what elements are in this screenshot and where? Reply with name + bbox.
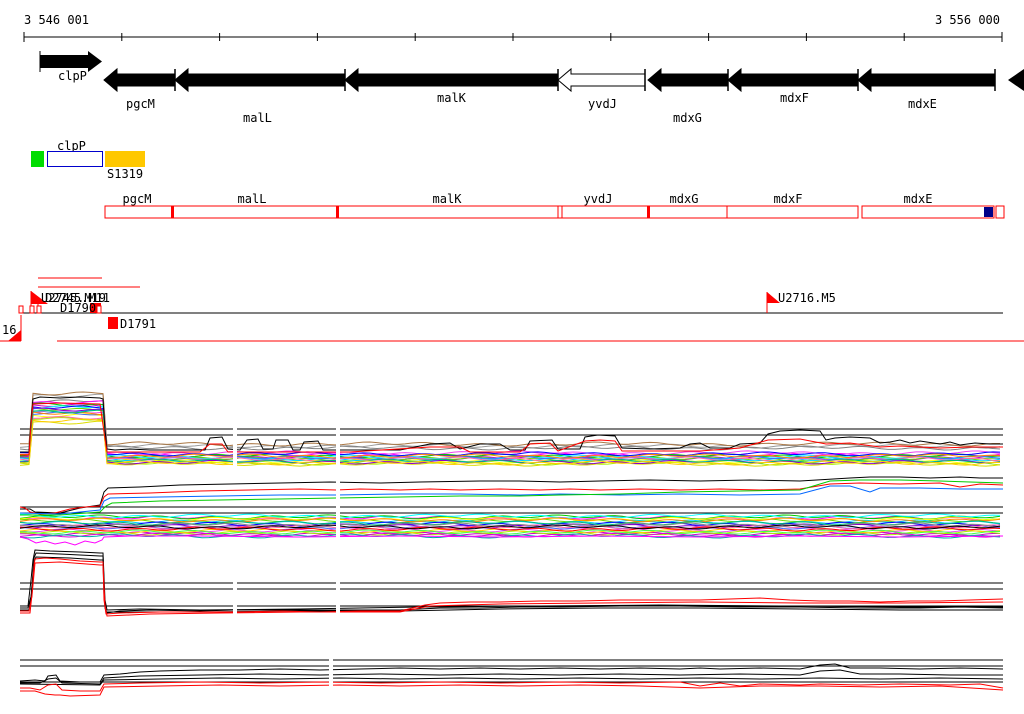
flag-tick-box — [96, 305, 102, 314]
redmap-label: yvdJ — [584, 192, 613, 206]
gene-arrow-mdxF[interactable] — [727, 67, 859, 93]
gene-arrow-malL[interactable] — [174, 67, 346, 93]
gene-arrow-partial[interactable] — [1008, 69, 1024, 91]
panel-gap — [336, 478, 340, 546]
gene-label: malL — [243, 111, 272, 125]
gene-label: malK — [437, 91, 467, 105]
gene-label: yvdJ — [588, 97, 617, 111]
flag-tick-box — [29, 305, 35, 314]
flag-box[interactable] — [108, 317, 118, 329]
redmap-label: malL — [238, 192, 267, 206]
flag-box-label: D1790 — [60, 301, 96, 315]
band-series — [19, 393, 1001, 449]
gene-label: mdxE — [908, 97, 937, 111]
redmap-divider — [336, 206, 339, 218]
redmap-label: malK — [433, 192, 463, 206]
redmap-divider — [171, 206, 174, 218]
band-series — [19, 405, 1001, 457]
panel-gap — [233, 548, 237, 625]
redmap-label: pgcM — [123, 192, 152, 206]
navy-marker[interactable] — [984, 207, 993, 217]
gene-label: clpP — [58, 69, 87, 83]
flag-tick-box — [36, 305, 42, 314]
gene-arrow-pgcM[interactable] — [103, 67, 176, 93]
redmap-label: mdxE — [904, 192, 933, 206]
gene-arrow-mdxE[interactable] — [857, 67, 996, 93]
gene-arrow-malK[interactable] — [344, 67, 559, 93]
feature-series — [19, 485, 1003, 515]
panel-gap — [336, 386, 340, 472]
flag-tick-box — [18, 305, 24, 314]
genome-browser-window: { "ruler": { "start_label": "3 546 001",… — [0, 0, 1024, 714]
flag-box-label: D1791 — [120, 317, 156, 331]
band-series — [19, 399, 1001, 451]
panel-gap — [233, 386, 237, 472]
redmap-strip[interactable] — [104, 205, 859, 219]
feature-series — [20, 684, 1004, 697]
redmap-divider — [647, 206, 650, 218]
flag-label: U2716.M5 — [778, 291, 836, 305]
gene-label: pgcM — [126, 97, 155, 111]
redmap-label: mdxG — [670, 192, 699, 206]
panel-gap — [329, 648, 333, 702]
redmap-strip[interactable] — [995, 205, 1005, 219]
flag-label: 16 — [2, 323, 16, 337]
redmap-strip[interactable] — [861, 205, 995, 219]
panel-gap — [336, 548, 340, 625]
feature-series — [19, 535, 1004, 546]
gene-arrow-mdxG[interactable] — [647, 67, 729, 93]
band-series — [19, 391, 1001, 447]
redmap-label: mdxF — [774, 192, 803, 206]
gene-label: mdxF — [780, 91, 809, 105]
genome-scene: clpP pgcM malL malK yvdJ mdxG mdxF mdxE pgcM malL… — [0, 32, 1024, 702]
gene-arrow-yvdJ[interactable] — [557, 67, 646, 93]
gene-label: mdxG — [673, 111, 702, 125]
